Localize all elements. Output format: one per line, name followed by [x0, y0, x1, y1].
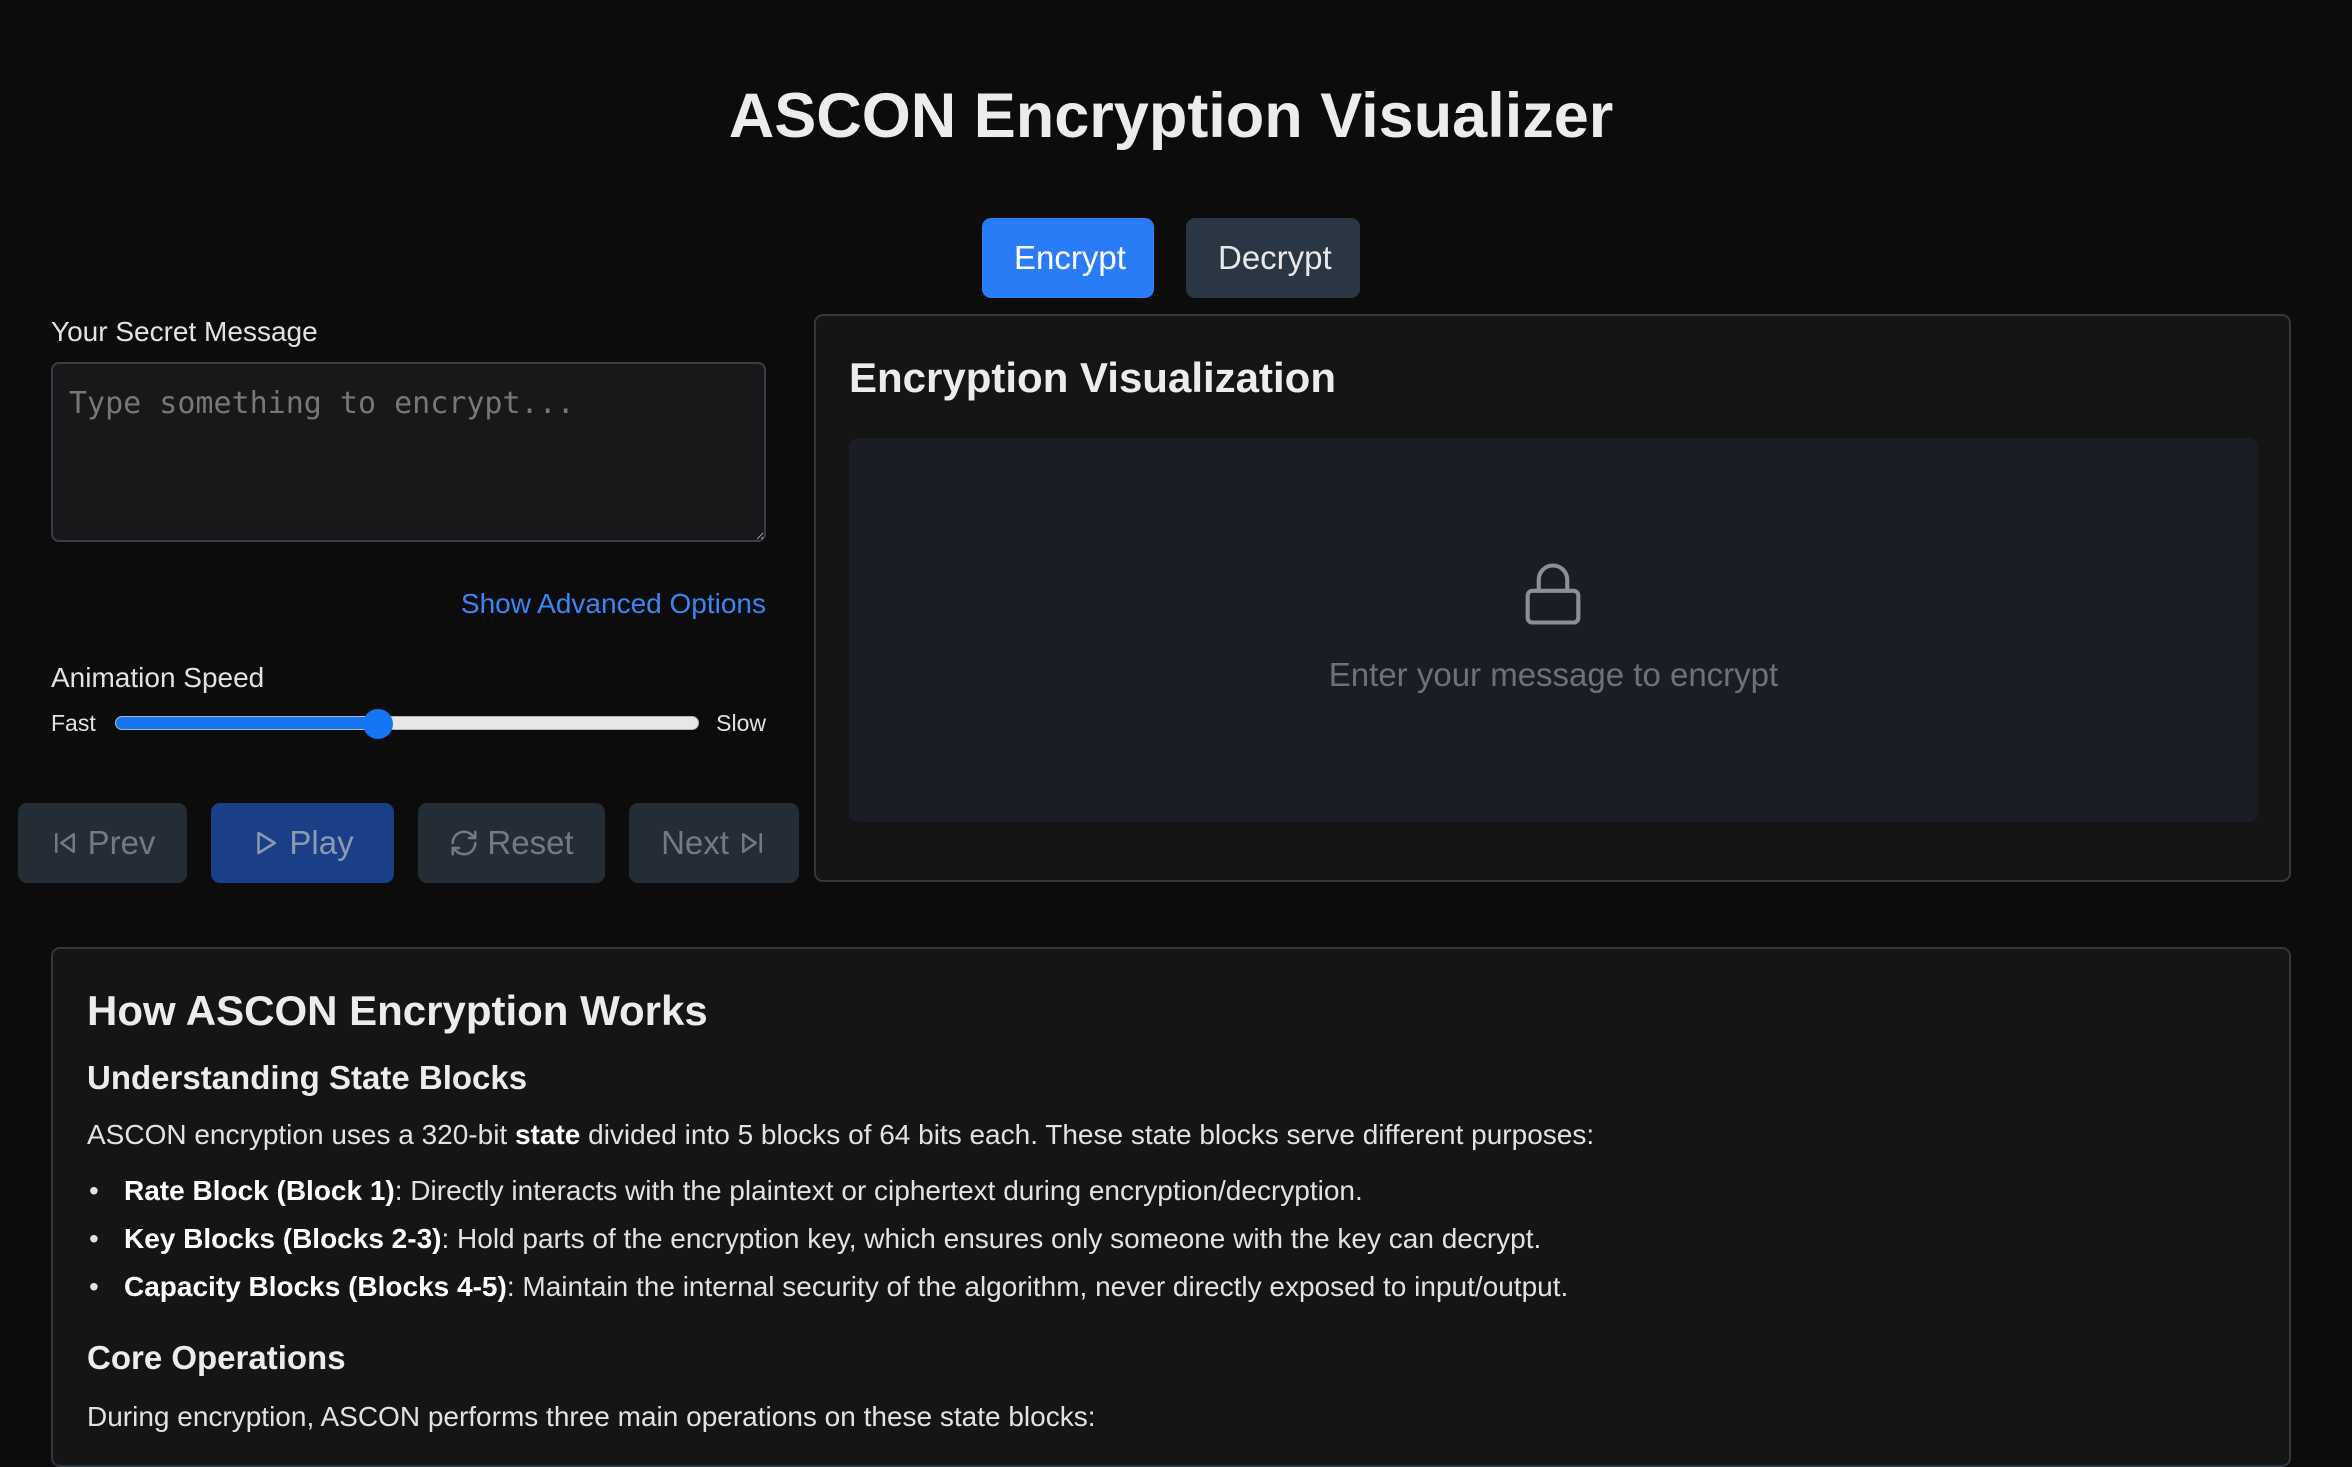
list-item: • Key Blocks (Blocks 2-3): Hold parts of …: [87, 1223, 1541, 1255]
tab-decrypt[interactable]: Decrypt: [1186, 218, 1360, 298]
speed-label: Animation Speed: [51, 662, 265, 693]
next-label: Next: [661, 824, 729, 861]
reset-label: Reset: [487, 824, 574, 861]
refresh-icon: [451, 830, 477, 856]
skip-forward-icon: [741, 833, 762, 853]
speed-slider[interactable]: [115, 709, 699, 739]
list-item-desc: : Maintain the internal security of the …: [506, 1271, 1569, 1302]
core-operations-heading: Core Operations: [87, 1339, 346, 1376]
visualization-empty-message: Enter your message to encrypt: [1328, 656, 1779, 693]
visualization-area: Enter your message to encrypt: [849, 438, 2258, 822]
playback-controls: Prev Play Reset Next: [18, 803, 799, 883]
bullet-dot: •: [89, 1271, 99, 1302]
tab-encrypt[interactable]: Encrypt: [982, 218, 1154, 298]
message-input[interactable]: [51, 362, 766, 542]
slider-thumb[interactable]: [362, 709, 393, 739]
play-icon: [257, 831, 277, 855]
list-item-desc: : Hold parts of the encryption key, whic…: [441, 1223, 1542, 1254]
prev-label: Prev: [87, 824, 156, 861]
list-item-desc: : Directly interacts with the plaintext …: [394, 1175, 1363, 1206]
lock-icon: [1525, 563, 1581, 625]
bullet-dot: •: [89, 1175, 99, 1206]
intro-bold: state: [514, 1119, 581, 1150]
prev-button[interactable]: Prev: [18, 803, 187, 883]
how-it-works-title: How ASCON Encryption Works: [87, 987, 708, 1034]
play-button[interactable]: Play: [211, 803, 394, 883]
intro-text: ASCON encryption uses a 320-bit: [87, 1119, 515, 1150]
reset-button[interactable]: Reset: [418, 803, 605, 883]
slider-fill: [116, 717, 378, 729]
state-blocks-intro: ASCON encryption uses a 320-bit state di…: [87, 1119, 1594, 1151]
show-advanced-options-link[interactable]: Show Advanced Options: [461, 588, 766, 620]
speed-max-label: Slow: [716, 710, 766, 736]
list-item-term: Key Blocks (Blocks 2-3): [124, 1223, 442, 1254]
list-item: • Capacity Blocks (Blocks 4-5): Maintain …: [87, 1271, 1568, 1303]
speed-slider-row: Fast Slow: [51, 704, 766, 740]
list-item-term: Capacity Blocks (Blocks 4-5): [124, 1271, 507, 1302]
play-label: Play: [289, 824, 354, 861]
next-button[interactable]: Next: [629, 803, 799, 883]
visualization-panel: Encryption Visualization Enter your mess…: [814, 314, 2291, 882]
how-it-works-panel: How ASCON Encryption Works Understanding…: [51, 947, 2291, 1467]
core-operations-intro: During encryption, ASCON performs three …: [87, 1401, 1096, 1432]
mode-tabs: Encrypt Decrypt: [982, 218, 1360, 298]
intro-text-end: divided into 5 blocks of 64 bits each. T…: [580, 1119, 1595, 1150]
state-blocks-heading: Understanding State Blocks: [87, 1059, 528, 1096]
bullet-dot: •: [89, 1223, 99, 1254]
skip-back-icon: [54, 833, 75, 853]
page-title: ASCON Encryption Visualizer: [728, 81, 1614, 151]
visualization-title: Encryption Visualization: [849, 354, 1336, 401]
list-item-term: Rate Block (Block 1): [124, 1175, 395, 1206]
list-item: • Rate Block (Block 1): Directly interact…: [87, 1175, 1363, 1207]
message-label: Your Secret Message: [51, 316, 318, 347]
speed-min-label: Fast: [51, 710, 96, 736]
